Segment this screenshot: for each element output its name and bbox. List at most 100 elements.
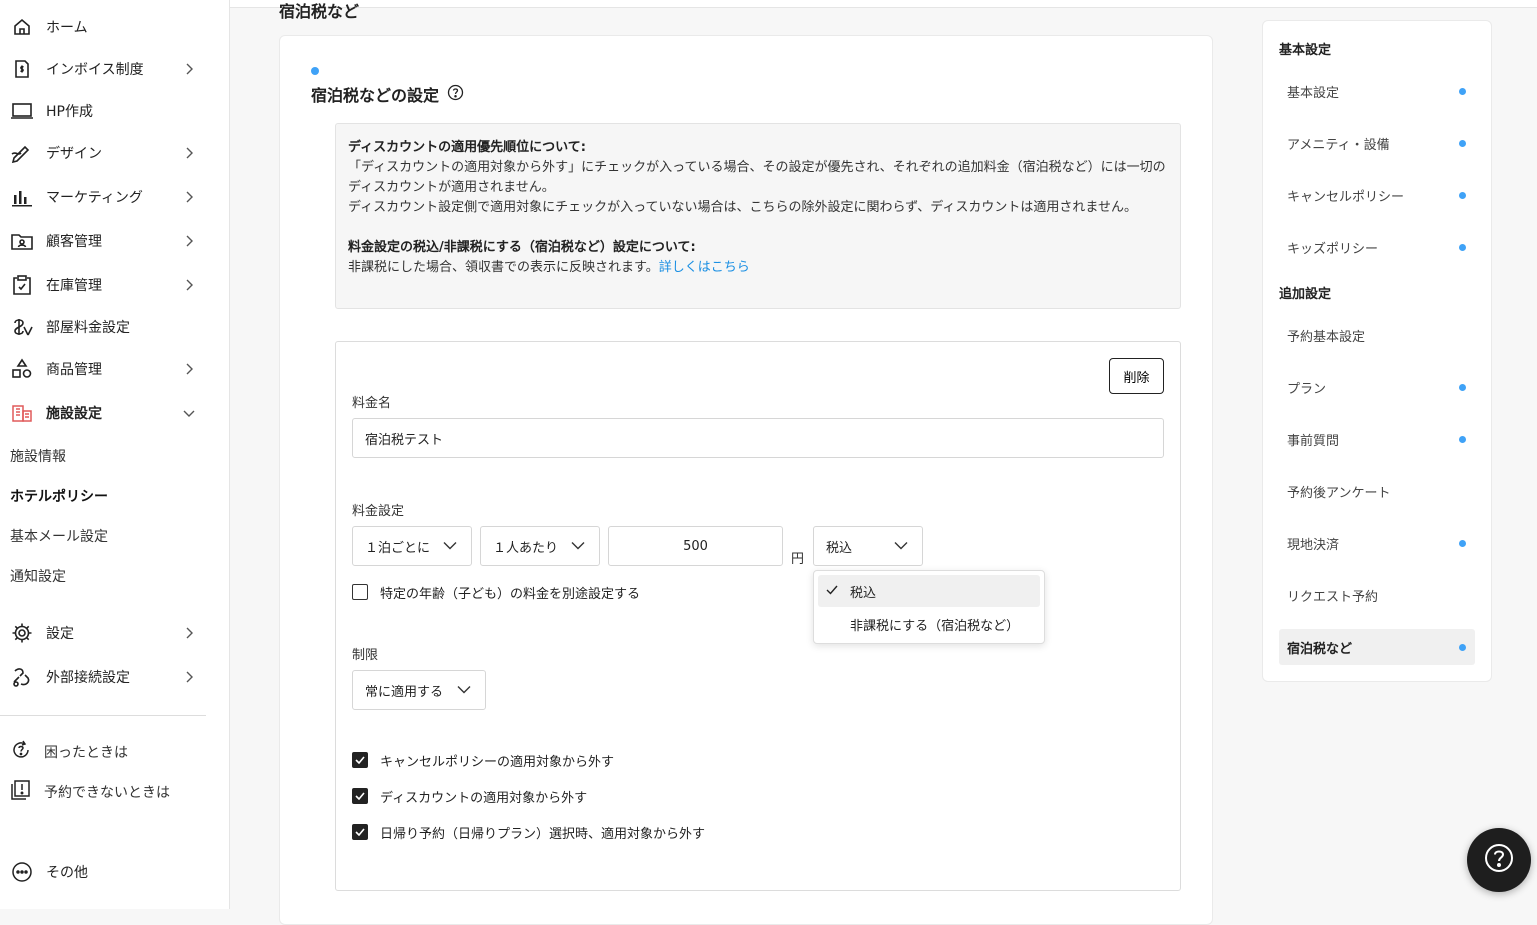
help-circle-icon[interactable] [447, 84, 464, 105]
exclude-cancel-checkbox[interactable]: キャンセルポリシーの適用対象から外す [352, 750, 614, 770]
nav-item-kids-policy[interactable]: キッズポリシー [1279, 229, 1475, 265]
chevron-right-icon [182, 670, 196, 684]
nav-item-label: アメニティ・設備 [1287, 137, 1390, 153]
sidebar-item-label: その他 [46, 865, 88, 881]
shapes-icon [10, 357, 34, 381]
child-rate-checkbox[interactable]: 特定の年齢（子ども）の料金を別途設定する [352, 582, 640, 602]
select-value: 常に適用する [365, 684, 444, 700]
nav-item-post-survey[interactable]: 予約後アンケート [1279, 473, 1475, 509]
chevron-down-icon [443, 539, 457, 554]
chevron-right-icon [182, 362, 196, 376]
help-link-cannot-book[interactable]: 予約できないときは [10, 778, 170, 806]
status-dot [1459, 643, 1466, 651]
info-text: ディスカウント設定側で適用対象にチェックが入っていない場合は、こちらの除外設定に… [348, 200, 1137, 215]
invoice-icon [10, 57, 34, 81]
sidebar-subitem-facility-info[interactable]: 施設情報 [10, 446, 66, 466]
sidebar-item-products[interactable]: 商品管理 [0, 351, 206, 387]
exclude-day-trip-checkbox[interactable]: 日帰り予約（日帰りプラン）選択時、適用対象から外す [352, 822, 705, 842]
info-text: 「ディスカウントの適用対象から外す」にチェックが入っている場合、その設定が優先さ… [348, 160, 1166, 195]
price-setting-label: 料金設定 [352, 504, 405, 519]
sidebar-item-settings[interactable]: 設定 [0, 615, 206, 651]
sidebar-item-marketing[interactable]: マーケティング [0, 179, 206, 215]
limit-select[interactable]: 常に適用する [352, 670, 486, 710]
help-refresh-icon [10, 739, 32, 765]
yen-icon [10, 315, 34, 339]
select-value: １泊ごとに [365, 540, 431, 556]
chevron-right-icon [182, 146, 196, 160]
help-link-troubleshoot[interactable]: 困ったときは [10, 738, 128, 766]
sidebar-item-label: インボイス制度 [46, 62, 144, 78]
sidebar-item-hp[interactable]: HP作成 [0, 93, 206, 129]
checkbox-label: 日帰り予約（日帰りプラン）選択時、適用対象から外す [380, 826, 706, 842]
tax-option-exempt[interactable]: 非課税にする（宿泊税など） [818, 608, 1040, 640]
nav-item-label: 宿泊税など [1287, 641, 1353, 657]
exclude-discount-checkbox[interactable]: ディスカウントの適用対象から外す [352, 786, 587, 806]
chevron-down-icon [182, 406, 196, 420]
help-link-label: 困ったときは [44, 745, 128, 761]
checkbox-label: キャンセルポリシーの適用対象から外す [380, 754, 615, 770]
sidebar-subitem-hotel-policy[interactable]: ホテルポリシー [10, 486, 108, 506]
nav-item-onsite-payment[interactable]: 現地決済 [1279, 525, 1475, 561]
details-link[interactable]: 詳しくはこちら [659, 260, 750, 275]
sidebar-item-customers[interactable]: 顧客管理 [0, 223, 206, 259]
nav-item-lodging-tax[interactable]: 宿泊税など [1279, 629, 1475, 665]
check-icon [826, 584, 838, 599]
question-icon [1484, 843, 1514, 877]
sidebar-item-facility[interactable]: 施設設定 [0, 395, 206, 431]
checkbox-unchecked[interactable] [352, 584, 368, 600]
chevron-right-icon [182, 62, 196, 76]
sidebar-item-home[interactable]: ホーム [0, 9, 206, 45]
home-icon [10, 15, 34, 39]
checkbox-checked[interactable] [352, 824, 368, 840]
status-dot [1459, 435, 1466, 443]
nav-item-amenities[interactable]: アメニティ・設備 [1279, 125, 1475, 161]
nav-item-label: プラン [1287, 381, 1327, 397]
tax-option-included[interactable]: 税込 [818, 575, 1040, 607]
yen-unit-label: 円 [791, 552, 805, 567]
sidebar-item-other[interactable]: その他 [0, 854, 206, 890]
laptop-icon [10, 99, 34, 123]
chevron-right-icon [182, 234, 196, 248]
sidebar-item-external[interactable]: 外部接続設定 [0, 659, 206, 695]
nav-item-pre-questions[interactable]: 事前質問 [1279, 421, 1475, 457]
nav-item-cancel-policy[interactable]: キャンセルポリシー [1279, 177, 1475, 213]
status-dot [1459, 139, 1466, 147]
checkbox-checked[interactable] [352, 752, 368, 768]
status-dot [1459, 539, 1466, 547]
select-value: 税込 [826, 540, 853, 556]
nav-group-additional: 追加設定 [1279, 287, 1332, 302]
delete-button[interactable]: 削除 [1109, 358, 1164, 394]
nav-item-request-booking[interactable]: リクエスト予約 [1279, 577, 1475, 613]
folder-user-icon [10, 229, 34, 253]
sidebar-item-label: ホーム [46, 20, 88, 36]
sidebar-item-invoice[interactable]: インボイス制度 [0, 51, 206, 87]
info-heading-discount: ディスカウントの適用優先順位について: [348, 140, 586, 155]
amount-input[interactable]: 500 [608, 526, 783, 566]
chevron-right-icon [182, 278, 196, 292]
help-fab-button[interactable] [1467, 828, 1531, 892]
nav-item-basic-settings[interactable]: 基本設定 [1279, 73, 1475, 109]
per-night-select[interactable]: １泊ごとに [352, 526, 472, 566]
nav-item-plan[interactable]: プラン [1279, 369, 1475, 405]
discount-info-box: ディスカウントの適用優先順位について: 「ディスカウントの適用対象から外す」にチ… [335, 123, 1181, 309]
checkbox-checked[interactable] [352, 788, 368, 804]
nav-group-basic: 基本設定 [1279, 43, 1332, 58]
card-title: 宿泊税などの設定 [311, 82, 464, 106]
sidebar-item-design[interactable]: デザイン [0, 135, 206, 171]
sidebar: ホーム インボイス制度 HP作成 デザイン マーケティング 顧客管理 在庫管理 … [0, 0, 230, 909]
sidebar-item-label: 商品管理 [46, 362, 102, 378]
sidebar-subitem-notification[interactable]: 通知設定 [10, 566, 66, 586]
sidebar-subitem-basic-mail[interactable]: 基本メール設定 [10, 526, 108, 546]
tax-select[interactable]: 税込 [813, 526, 923, 566]
sidebar-item-label: 設定 [46, 626, 74, 642]
nav-item-label: キッズポリシー [1287, 241, 1379, 257]
status-dot [311, 67, 319, 75]
nav-item-label: キャンセルポリシー [1287, 189, 1405, 205]
per-person-select[interactable]: １人あたり [480, 526, 600, 566]
sidebar-item-room-rates[interactable]: 部屋料金設定 [0, 309, 206, 345]
fee-name-input[interactable]: 宿泊税テスト [352, 418, 1164, 458]
nav-item-booking-basic[interactable]: 予約基本設定 [1279, 317, 1475, 353]
status-dot [1459, 243, 1466, 251]
sidebar-item-label: 施設設定 [46, 406, 102, 422]
sidebar-item-inventory[interactable]: 在庫管理 [0, 267, 206, 303]
